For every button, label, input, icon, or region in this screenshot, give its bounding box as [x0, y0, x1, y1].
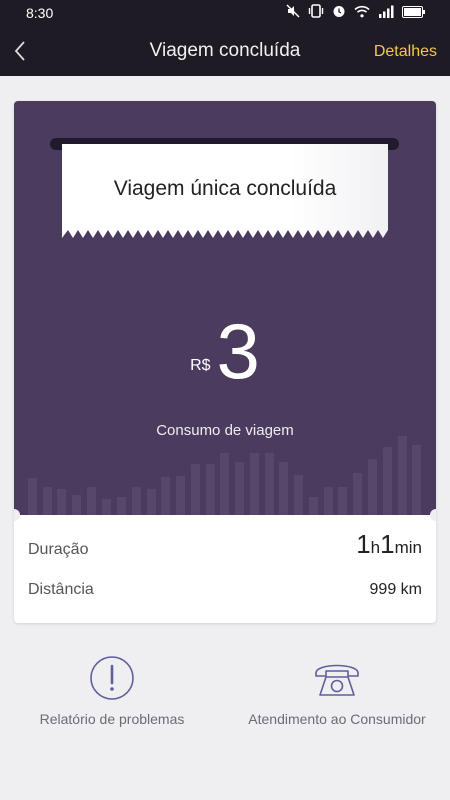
- customer-service-button[interactable]: Atendimento ao Consumidor: [242, 655, 432, 727]
- duration-hours-unit: h: [370, 538, 381, 557]
- problem-report-label: Relatório de problemas: [39, 711, 185, 727]
- signal-icon: [378, 5, 394, 21]
- problem-report-button[interactable]: Relatório de problemas: [26, 655, 198, 727]
- receipt-ticket: Viagem única concluída: [62, 144, 388, 238]
- consumption-label: Consumo de viagem: [156, 422, 294, 439]
- duration-minutes-unit: min: [394, 538, 422, 557]
- nav-bar: Viagem concluída Detalhes: [0, 26, 450, 76]
- exclamation-icon: [90, 656, 134, 700]
- receipt-panel: Viagem única concluída R$3 Consumo de vi…: [14, 101, 436, 515]
- card-notch-right: [430, 509, 436, 521]
- customer-service-label: Atendimento ao Consumidor: [248, 711, 426, 727]
- duration-label: Duração: [28, 541, 89, 558]
- trip-amount: R$3: [14, 311, 436, 391]
- wifi-icon: [354, 5, 370, 21]
- mute-icon: [286, 4, 300, 21]
- vibrate-icon: [308, 4, 324, 21]
- battery-icon: [402, 5, 426, 21]
- details-link[interactable]: Detalhes: [374, 43, 437, 61]
- status-time: 8:30: [26, 5, 54, 21]
- duration-minutes: 1: [380, 529, 395, 559]
- telephone-icon: [315, 664, 359, 696]
- trip-summary-card: Viagem única concluída R$3 Consumo de vi…: [14, 101, 436, 623]
- duration-row: Duração 1h1min: [14, 529, 436, 569]
- duration-hours: 1: [356, 529, 371, 559]
- distance-label: Distância: [28, 581, 94, 598]
- duration-value: 1h1min: [356, 529, 422, 560]
- ticket-text: Viagem única concluída: [113, 177, 337, 200]
- status-icons: [286, 4, 426, 21]
- status-bar: 8:30: [0, 0, 450, 26]
- amount-value: 3: [216, 307, 260, 395]
- distance-row: Distância 999 km: [14, 573, 436, 609]
- distance-value: 999 km: [369, 581, 422, 598]
- alarm-icon: [332, 4, 346, 21]
- currency-symbol: R$: [190, 357, 211, 374]
